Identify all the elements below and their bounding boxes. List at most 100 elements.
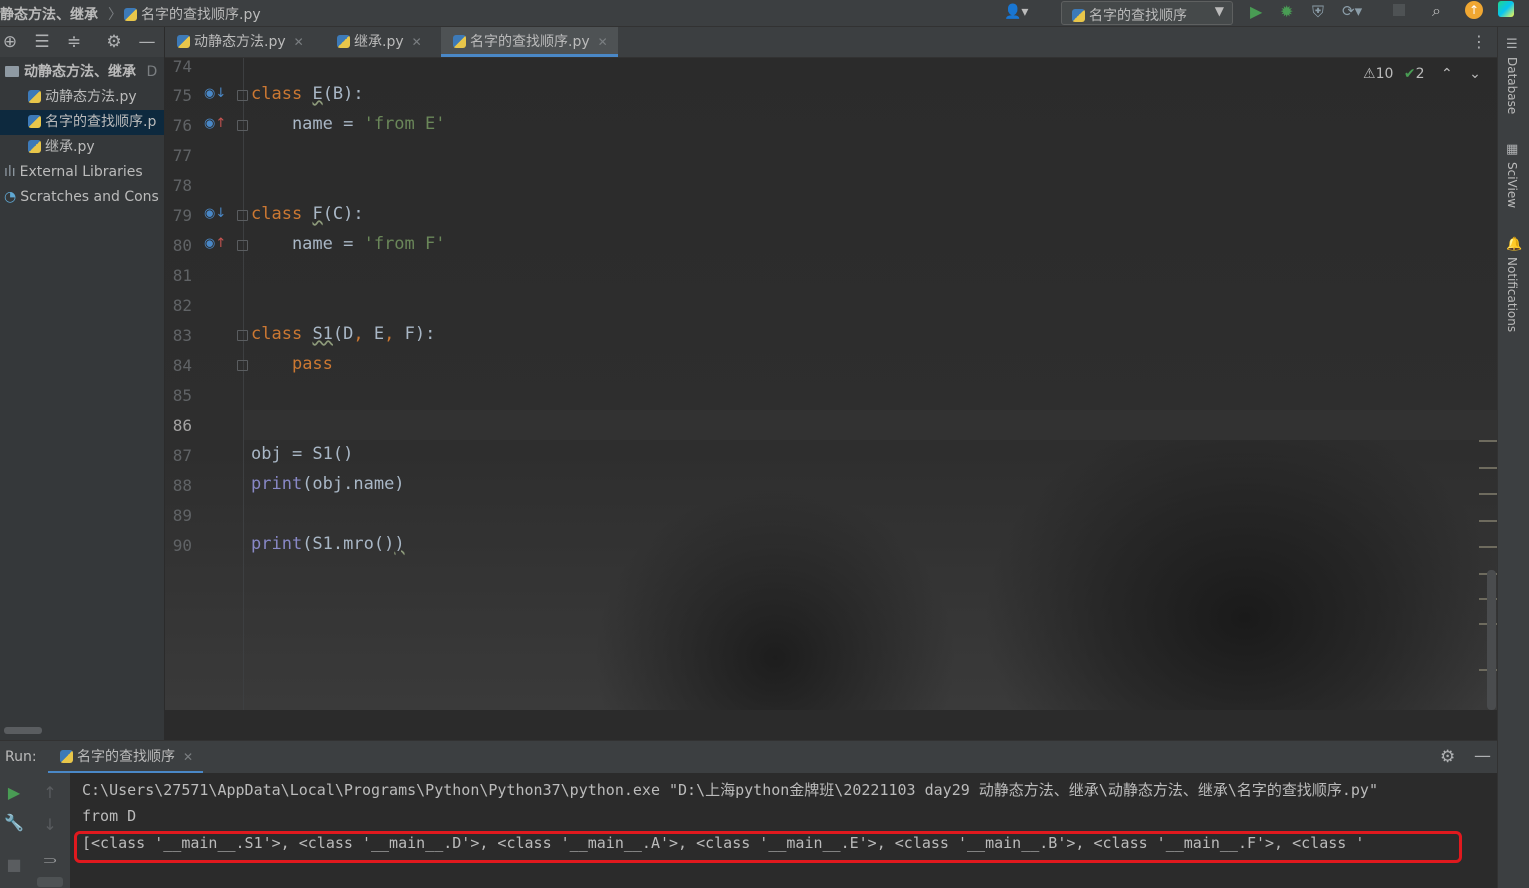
coverage-icon[interactable]: ⛨ [1312, 2, 1324, 22]
tab-dong-jing-tai-fang-fa[interactable]: 动静态方法.py ✕ [177, 27, 304, 57]
weak-warning-count: 2 [1415, 66, 1425, 82]
tree-item-label: 动静态方法、继承 [24, 64, 136, 80]
code-editor[interactable] [165, 58, 1497, 710]
search-icon[interactable]: ⌕ [1432, 1, 1441, 21]
console-command-line: C:\Users\27571\AppData\Local\Programs\Py… [82, 781, 1378, 799]
line-number: 85 [172, 386, 192, 405]
line-number: 82 [172, 296, 192, 315]
hide-icon[interactable]: — [1474, 746, 1491, 766]
tab-label: 动静态方法.py [194, 34, 286, 50]
overridden-icon[interactable]: ◉↓ [204, 206, 226, 221]
hide-icon[interactable]: — [137, 32, 157, 52]
run-toolbar: ▶ ↑ 🔧 ↓ ■ ⥰ [0, 773, 71, 888]
warning-icon: ⚠ [1363, 66, 1376, 82]
print-icon[interactable] [37, 877, 63, 887]
tree-item-file[interactable]: 继承.py [0, 135, 164, 160]
run-tab[interactable]: 名字的查找顺序 ✕ [48, 741, 204, 774]
overrides-icon[interactable]: ◉↑ [204, 116, 226, 131]
library-icon: ılı [4, 164, 16, 180]
debug-icon[interactable]: ✹ [1280, 2, 1293, 21]
line-number: 81 [172, 266, 192, 285]
rerun-icon[interactable]: ▶ [4, 783, 24, 802]
database-tool-button[interactable]: Database [1505, 57, 1519, 114]
line-number: 83 [172, 326, 192, 345]
fold-marker-icon[interactable] [237, 330, 248, 341]
folder-icon [5, 66, 19, 77]
collapse-all-icon[interactable]: ≑ [64, 32, 84, 52]
gear-icon[interactable]: ⚙ [104, 32, 124, 52]
scroll-up-icon[interactable]: ↑ [40, 783, 60, 802]
line-number: 87 [172, 446, 192, 465]
python-file-icon [28, 90, 41, 103]
project-toolbar: ⊕ ☰ ≑ ⚙ — [0, 27, 164, 57]
run-panel-header: Run: 名字的查找顺序 ✕ ⚙ — [0, 740, 1497, 774]
close-icon[interactable]: ✕ [294, 35, 304, 49]
breadcrumb-file[interactable]: 名字的查找顺序.py [124, 4, 261, 24]
line-number: 75 [172, 86, 192, 105]
python-file-icon [124, 8, 137, 21]
next-highlight-icon[interactable]: ⌄ [1469, 66, 1481, 82]
update-icon[interactable]: ↑ [1465, 1, 1483, 19]
close-icon[interactable]: ✕ [412, 35, 422, 49]
code-line: class F(C): [251, 204, 364, 224]
profile-icon[interactable]: ⟳▾ [1342, 2, 1362, 20]
fold-marker-icon[interactable] [237, 360, 248, 371]
python-file-icon [337, 35, 350, 48]
jetbrains-logo-icon[interactable] [1498, 1, 1514, 17]
breadcrumb-separator: 〉 [108, 7, 122, 23]
overrides-icon[interactable]: ◉↑ [204, 236, 226, 251]
stop-icon[interactable]: ■ [4, 855, 24, 874]
code-line: name = 'from E' [251, 114, 446, 134]
tree-item-project-root[interactable]: 动静态方法、继承 D [0, 60, 164, 85]
tree-item-external-libraries[interactable]: ılı External Libraries [0, 160, 164, 185]
scroll-down-icon[interactable]: ↓ [40, 815, 60, 834]
fold-marker-icon[interactable] [237, 210, 248, 221]
gear-icon[interactable]: ⚙ [1440, 747, 1455, 767]
code-line: class S1(D, E, F): [251, 324, 436, 344]
close-icon[interactable]: ✕ [598, 35, 608, 49]
notifications-tool-button[interactable]: Notifications [1505, 257, 1519, 332]
tab-ji-cheng[interactable]: 继承.py ✕ [337, 27, 422, 57]
python-file-icon [177, 35, 190, 48]
line-number: 76 [172, 116, 192, 135]
close-icon[interactable]: ✕ [183, 750, 193, 764]
line-number: 77 [172, 146, 192, 165]
expand-all-icon[interactable]: ☰ [32, 32, 52, 52]
fold-marker-icon[interactable] [237, 120, 248, 131]
stop-icon[interactable] [1393, 4, 1405, 16]
code-line: print(S1.mro()) [251, 534, 405, 554]
line-number: 79 [172, 206, 192, 225]
breadcrumb-project[interactable]: 静态方法、继承 [0, 4, 98, 24]
python-config-icon [1072, 9, 1085, 22]
more-options-icon[interactable]: ⋮ [1471, 32, 1487, 51]
fold-marker-icon[interactable] [237, 240, 248, 251]
run-tab-label: 名字的查找顺序 [77, 749, 175, 765]
soft-wrap-icon[interactable]: ⥰ [40, 849, 60, 869]
sciview-tool-button[interactable]: SciView [1505, 162, 1519, 208]
navigation-bar: 静态方法、继承 〉 名字的查找顺序.py 👤▾ 名字的查找顺序 ▼ ▶ ✹ ⛨ … [0, 0, 1529, 27]
run-icon[interactable]: ▶ [1250, 2, 1262, 21]
line-number: 78 [172, 176, 192, 195]
tree-item-file-selected[interactable]: 名字的查找顺序.p [0, 110, 164, 135]
run-config-selector[interactable]: 名字的查找顺序 ▼ [1061, 1, 1233, 25]
code-line: pass [291, 354, 333, 374]
line-number-current: 86 [172, 416, 192, 435]
user-icon[interactable]: 👤▾ [1004, 4, 1028, 20]
project-tree: 动静态方法、继承 D 动静态方法.py 名字的查找顺序.p 继承.py ılı E… [0, 57, 165, 740]
line-number: 90 [172, 536, 192, 555]
overridden-icon[interactable]: ◉↓ [204, 86, 226, 101]
run-panel-label: Run: [5, 749, 37, 765]
fold-marker-icon[interactable] [237, 90, 248, 101]
code-line: obj = S1() [251, 444, 354, 464]
tree-item-scratches[interactable]: ◔ Scratches and Cons [0, 185, 164, 210]
locate-icon[interactable]: ⊕ [0, 32, 20, 52]
previous-highlight-icon[interactable]: ⌃ [1441, 66, 1453, 82]
tab-ming-zi-de-cha-zhao-shun-xu[interactable]: 名字的查找顺序.py ✕ [441, 27, 618, 57]
wrench-icon[interactable]: 🔧 [4, 813, 24, 832]
inspection-widget[interactable]: ⚠10 ✔2 ⌃ ⌄ [1363, 66, 1481, 86]
horizontal-scrollbar[interactable] [4, 727, 42, 734]
python-file-icon [60, 750, 73, 763]
python-file-icon [28, 140, 41, 153]
vertical-scrollbar[interactable] [1487, 570, 1496, 710]
tree-item-file[interactable]: 动静态方法.py [0, 85, 164, 110]
